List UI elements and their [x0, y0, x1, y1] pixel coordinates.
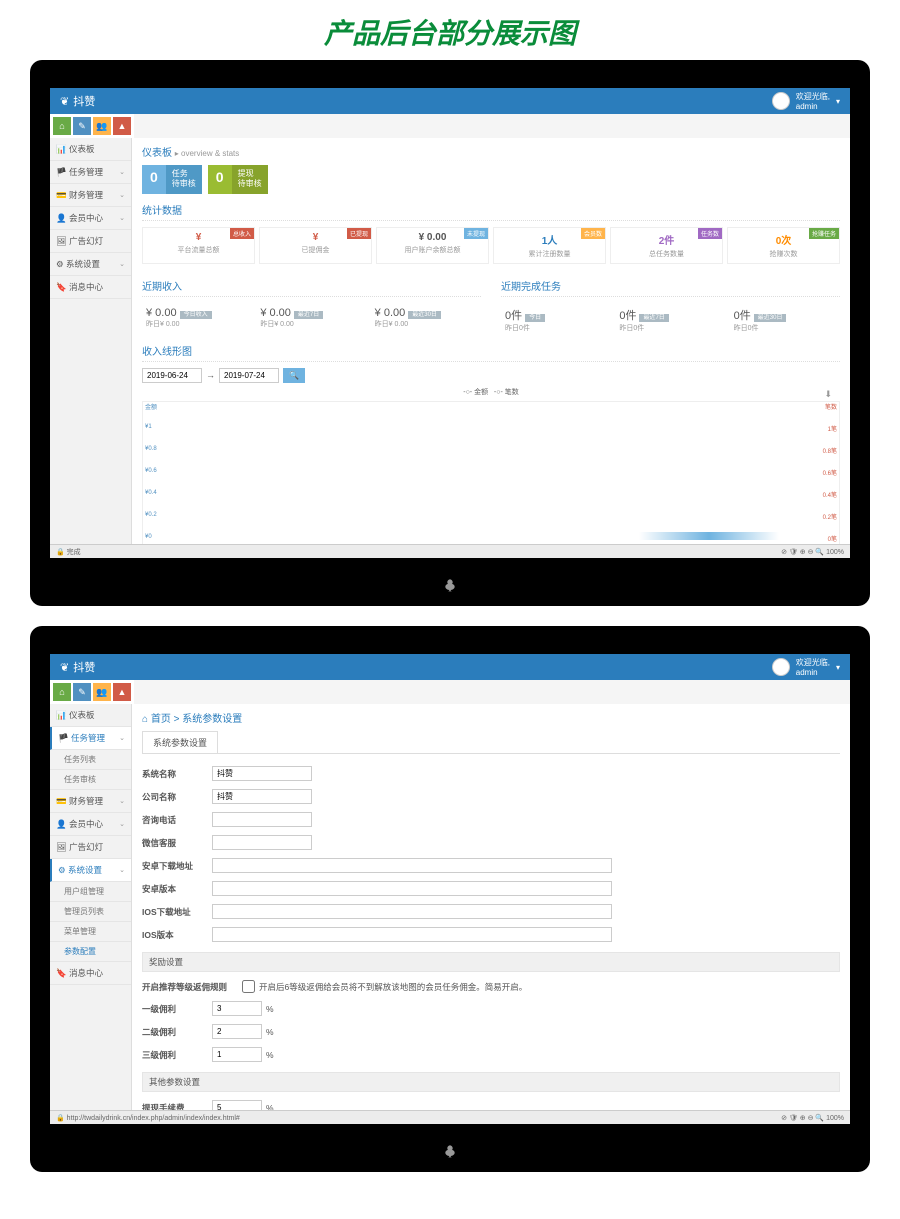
username: admin — [796, 102, 830, 111]
screen-1: ❦ 抖赞 欢迎光临, admin ▾ ⌂ ✎ 👥 ▲ 📊 仪表板 — [50, 88, 850, 558]
brand-text: 抖赞 — [73, 93, 95, 109]
level3-input[interactable] — [212, 1047, 262, 1062]
edit-button[interactable]: ✎ — [73, 117, 91, 135]
bonus-rule-checkbox[interactable] — [242, 980, 255, 993]
revenue-chart: 金额¥1¥0.8¥0.6¥0.4¥0.2¥0笔数1笔0.8笔0.6笔0.4笔0.… — [142, 401, 840, 551]
download-icon[interactable]: ⬇ — [824, 389, 832, 400]
sidebar-sub-params[interactable]: 参数配置 — [50, 942, 131, 962]
sidebar-item-settings[interactable]: ⚙ 系统设置⌄ — [50, 859, 131, 882]
sidebar-sub-task-list[interactable]: 任务列表 — [50, 750, 131, 770]
sys-name-input[interactable] — [212, 766, 312, 781]
sidebar: 📊 仪表板 🏴 任务管理⌄ 💳 财务管理⌄ 👤 会员中心⌄ 🖼 广告幻灯 ⚙ 系… — [50, 138, 132, 558]
rev-box: ¥ 0.00今日收入昨日¥ 0.00 — [142, 303, 252, 333]
ios-ver-input[interactable] — [212, 927, 612, 942]
task-done-title: 近期完成任务 — [501, 278, 840, 297]
edit-button[interactable]: ✎ — [73, 683, 91, 701]
sidebar-2: 📊 仪表板 🏴 任务管理⌄ 任务列表 任务审核 💳 财务管理⌄ 👤 会员中心⌄ … — [50, 704, 132, 1124]
wechat-input[interactable] — [212, 835, 312, 850]
search-button[interactable]: 🔍 — [283, 368, 305, 383]
rev-box: ¥ 0.00最近30日昨日¥ 0.00 — [371, 303, 481, 333]
sidebar-item-ads[interactable]: 🖼 广告幻灯 — [50, 230, 131, 253]
sidebar-item-finance[interactable]: 💳 财务管理⌄ — [50, 184, 131, 207]
page-title: 产品后台部分展示图 — [0, 0, 900, 60]
chart-legend: -○- 金额 -○- 笔数 — [142, 387, 840, 397]
user-area-2[interactable]: 欢迎光临,admin ▾ — [772, 657, 840, 677]
sidebar-sub-task-review[interactable]: 任务审核 — [50, 770, 131, 790]
breadcrumb: 仪表板 ▸ overview & stats — [142, 144, 840, 159]
sidebar-item-members[interactable]: 👤 会员中心⌄ — [50, 813, 131, 836]
main-content: 仪表板 ▸ overview & stats 0 任务待审核 0 提现待审核 统… — [132, 138, 850, 558]
stat-box: 会员数1人累计注册数量 — [493, 227, 606, 264]
welcome-text: 欢迎光临, — [796, 91, 830, 102]
ios-url-input[interactable] — [212, 904, 612, 919]
alerts-button[interactable]: ▲ — [113, 117, 131, 135]
toolbar: ⌂ ✎ 👥 ▲ — [50, 114, 134, 138]
sidebar-item-messages[interactable]: 🔖 消息中心 — [50, 962, 131, 985]
task-box: 0件最近7日昨日0件 — [615, 303, 725, 337]
chevron-down-icon: ▾ — [836, 97, 840, 106]
level2-input[interactable] — [212, 1024, 262, 1039]
screen-2: ❦抖赞 欢迎光临,admin ▾ ⌂ ✎ 👥 ▲ 📊 仪表板 🏴 任务管理⌄ 任… — [50, 654, 850, 1124]
leaf-icon: ❦ — [60, 661, 69, 674]
home-button[interactable]: ⌂ — [53, 683, 71, 701]
avatar — [772, 92, 790, 110]
topbar-2: ❦抖赞 欢迎光临,admin ▾ — [50, 654, 850, 680]
chart-title: 收入线形图 — [142, 343, 840, 362]
android-ver-input[interactable] — [212, 881, 612, 896]
main-content-2: ⌂ 首页 > 系统参数设置 系统参数设置 系统名称 公司名称 咨询电话 微信客服… — [132, 704, 850, 1124]
monitor-frame-2: ❦抖赞 欢迎光临,admin ▾ ⌂ ✎ 👥 ▲ 📊 仪表板 🏴 任务管理⌄ 任… — [30, 626, 870, 1172]
leaf-icon: ❦ — [60, 95, 69, 108]
sidebar-item-messages[interactable]: 🔖 消息中心 — [50, 276, 131, 299]
avatar — [772, 658, 790, 676]
sidebar-sub-admins[interactable]: 管理员列表 — [50, 902, 131, 922]
task-box: 0件今日昨日0件 — [501, 303, 611, 337]
android-url-input[interactable] — [212, 858, 612, 873]
tab-settings[interactable]: 系统参数设置 — [142, 731, 218, 753]
sidebar-sub-usergroup[interactable]: 用户组管理 — [50, 882, 131, 902]
alerts-button[interactable]: ▲ — [113, 683, 131, 701]
stat-box: 未提现¥ 0.00用户账户余额总额 — [376, 227, 489, 264]
stat-box: 任务数2件总任务数量 — [610, 227, 723, 264]
sidebar-item-members[interactable]: 👤 会员中心⌄ — [50, 207, 131, 230]
stats-title: 统计数据 — [142, 202, 840, 221]
tile-tasks-pending[interactable]: 0 任务待审核 — [142, 165, 202, 194]
stat-box: 已提现¥已提佣金 — [259, 227, 372, 264]
sidebar-item-ads[interactable]: 🖼 广告幻灯 — [50, 836, 131, 859]
revenue-title: 近期收入 — [142, 278, 481, 297]
tile-withdraw-pending[interactable]: 0 提现待审核 — [208, 165, 268, 194]
sidebar-item-dashboard[interactable]: 📊 仪表板 — [50, 704, 131, 727]
sidebar-item-dashboard[interactable]: 📊 仪表板 — [50, 138, 131, 161]
monitor-frame-1: ❦ 抖赞 欢迎光临, admin ▾ ⌂ ✎ 👥 ▲ 📊 仪表板 — [30, 60, 870, 606]
users-button[interactable]: 👥 — [93, 683, 111, 701]
level1-input[interactable] — [212, 1001, 262, 1016]
task-box: 0件最近30日昨日0件 — [730, 303, 840, 337]
sidebar-sub-menus[interactable]: 菜单管理 — [50, 922, 131, 942]
home-button[interactable]: ⌂ — [53, 117, 71, 135]
breadcrumb-2: ⌂ 首页 > 系统参数设置 — [142, 710, 840, 725]
sidebar-item-settings[interactable]: ⚙ 系统设置⌄ — [50, 253, 131, 276]
date-to-input[interactable] — [219, 368, 279, 383]
other-section-header: 其他参数设置 — [142, 1072, 840, 1092]
statusbar: 🔒 完成 ⊘ 🛡 ⊕ ⊖ 🔍 100% — [50, 544, 850, 558]
sidebar-item-tasks[interactable]: 🏴 任务管理⌄ — [50, 727, 131, 750]
brand: ❦ 抖赞 — [60, 93, 95, 109]
user-area[interactable]: 欢迎光临, admin ▾ — [772, 91, 840, 111]
rev-box: ¥ 0.00最近7日昨日¥ 0.00 — [256, 303, 366, 333]
sidebar-item-tasks[interactable]: 🏴 任务管理⌄ — [50, 161, 131, 184]
bonus-section-header: 奖励设置 — [142, 952, 840, 972]
sidebar-item-finance[interactable]: 💳 财务管理⌄ — [50, 790, 131, 813]
statusbar-2: 🔒 http://twdailydrink.cn/index.php/admin… — [50, 1110, 850, 1124]
users-button[interactable]: 👥 — [93, 117, 111, 135]
company-name-input[interactable] — [212, 789, 312, 804]
stat-box: 抢赚任务0次抢赚次数 — [727, 227, 840, 264]
topbar: ❦ 抖赞 欢迎光临, admin ▾ — [50, 88, 850, 114]
hotline-input[interactable] — [212, 812, 312, 827]
stat-box: 总收入¥平台流量总额 — [142, 227, 255, 264]
chevron-down-icon: ▾ — [836, 663, 840, 672]
date-from-input[interactable] — [142, 368, 202, 383]
